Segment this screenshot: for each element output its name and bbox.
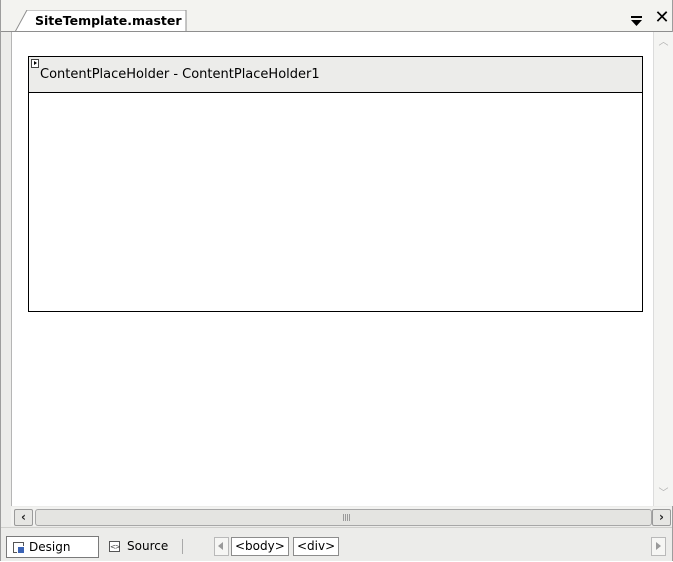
horizontal-scrollbar[interactable]: ‹ › — [11, 507, 672, 526]
design-view-button[interactable]: Design — [6, 536, 99, 558]
document-tab-title: SiteTemplate.master — [35, 13, 182, 28]
scroll-up-icon[interactable]: ︿ — [657, 36, 670, 49]
scroll-down-icon[interactable]: ﹀ — [657, 487, 670, 500]
document-tab[interactable]: SiteTemplate.master — [15, 10, 187, 32]
scroll-left-button[interactable]: ‹ — [14, 509, 33, 526]
window-position-dropdown-icon[interactable] — [630, 14, 644, 28]
close-icon[interactable]: ✕ — [653, 8, 671, 28]
content-placeholder[interactable]: ContentPlaceHolder - ContentPlaceHolder1 — [28, 56, 643, 312]
smart-tag-arrow-icon[interactable] — [31, 59, 39, 68]
content-placeholder-label: ContentPlaceHolder - ContentPlaceHolder1 — [40, 67, 320, 82]
document-tab-strip: SiteTemplate.master ✕ — [1, 0, 672, 32]
horizontal-scroll-thumb[interactable] — [35, 509, 652, 526]
editor-window: SiteTemplate.master ✕ ContentPlaceHolder… — [0, 0, 673, 561]
scroll-thumb-grip — [343, 514, 351, 521]
design-surface[interactable]: ContentPlaceHolder - ContentPlaceHolder1 — [11, 32, 653, 506]
content-placeholder-header[interactable]: ContentPlaceHolder - ContentPlaceHolder1 — [29, 57, 642, 93]
tag-navigator-right-icon[interactable] — [651, 537, 666, 556]
design-view-label: Design — [29, 540, 71, 554]
tag-navigator-left-icon[interactable] — [214, 537, 229, 556]
tag-crumb-body[interactable]: <body> — [231, 537, 289, 556]
scroll-right-button[interactable]: › — [652, 509, 671, 526]
source-view-icon — [109, 537, 120, 557]
source-view-button[interactable]: Source — [105, 536, 175, 557]
source-view-label: Source — [127, 539, 169, 553]
design-view-icon — [13, 542, 25, 554]
view-bar: Design Source <body> <div> — [1, 527, 672, 561]
view-bar-separator — [182, 539, 183, 554]
tag-crumb-div[interactable]: <div> — [293, 537, 340, 556]
vertical-scrollbar[interactable]: ︿ ﹀ — [653, 32, 673, 506]
